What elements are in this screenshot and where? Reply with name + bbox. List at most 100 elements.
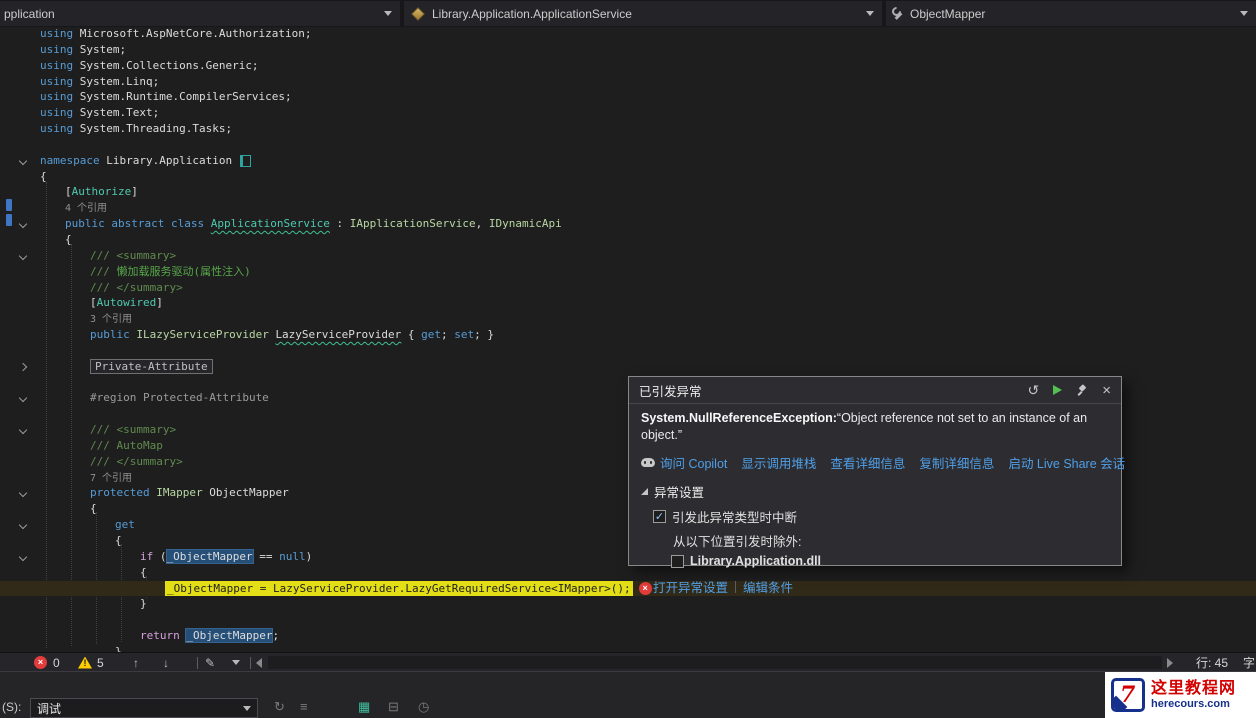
- code-line[interactable]: using System.Runtime.CompilerServices;: [0, 89, 1256, 105]
- refresh-icon[interactable]: ↻: [274, 699, 285, 715]
- warning-count-icon[interactable]: !: [78, 657, 92, 669]
- code-line[interactable]: using System.Linq;: [0, 74, 1256, 90]
- line-indicator: 行: 45: [1196, 653, 1228, 672]
- code-line[interactable]: using System.Threading.Tasks;: [0, 121, 1256, 137]
- code-line[interactable]: return _ObjectMapper;: [0, 628, 1256, 644]
- code-token: System.Runtime.CompilerServices;: [80, 90, 292, 103]
- code-line[interactable]: {: [0, 169, 1256, 185]
- timestamp-icon[interactable]: ◷: [418, 699, 429, 715]
- code-line[interactable]: /// </summary>: [0, 280, 1256, 296]
- next-issue-icon[interactable]: ↓: [163, 656, 169, 670]
- code-token: Autowired: [97, 296, 157, 309]
- fold-chevron-icon[interactable]: [19, 362, 27, 370]
- chevron-down-icon[interactable]: [232, 660, 240, 665]
- code-token: /// </summary>: [90, 281, 183, 294]
- code-line[interactable]: using System;: [0, 42, 1256, 58]
- code-token: public: [90, 328, 136, 341]
- wordwrap-grid-icon[interactable]: ▦: [358, 699, 370, 715]
- code-line[interactable]: [0, 343, 1256, 359]
- exception-message: System.NullReferenceException:“Object re…: [641, 410, 1109, 444]
- code-token: get: [115, 518, 135, 531]
- exception-history-icon[interactable]: ↺: [1028, 383, 1040, 397]
- code-token: ///: [90, 439, 117, 452]
- code-line[interactable]: }: [0, 596, 1256, 612]
- code-token: IMapper: [156, 486, 209, 499]
- fix-brush-icon[interactable]: ✎: [205, 656, 215, 670]
- exception-settings-expander[interactable]: 异常设置: [641, 482, 1109, 501]
- code-line[interactable]: [0, 612, 1256, 628]
- code-token: ApplicationService: [211, 217, 330, 230]
- code-line[interactable]: {: [0, 232, 1256, 248]
- edit-conditions-link[interactable]: 编辑条件: [743, 577, 793, 596]
- code-token: [: [65, 185, 72, 198]
- continue-execution-icon[interactable]: [1053, 385, 1062, 395]
- code-token: ILazyServiceProvider: [136, 328, 275, 341]
- open-exception-settings-link[interactable]: 打开异常设置: [653, 577, 728, 596]
- code-token: IDynamicApi: [489, 217, 562, 230]
- separator: [735, 581, 736, 593]
- panel-separator: [0, 671, 1256, 697]
- scroll-left-icon[interactable]: [256, 658, 262, 668]
- region-adornment-icon: [240, 155, 251, 167]
- dll-exclude-label: Library.Application.dll: [690, 554, 821, 568]
- show-callstack-link[interactable]: 显示调用堆栈: [741, 453, 816, 472]
- fold-chevron-icon[interactable]: [19, 426, 27, 434]
- pin-icon[interactable]: [1076, 384, 1088, 397]
- code-line[interactable]: [0, 137, 1256, 153]
- code-line[interactable]: [Autowired]: [0, 295, 1256, 311]
- scroll-right-icon[interactable]: [1167, 658, 1173, 668]
- code-line[interactable]: using Microsoft.AspNetCore.Authorization…: [0, 26, 1256, 42]
- watermark-title: 这里教程网: [1151, 680, 1236, 698]
- copy-details-link[interactable]: 复制详细信息: [919, 453, 994, 472]
- code-token: {: [65, 233, 72, 246]
- code-token: ,: [476, 217, 489, 230]
- code-token: ; }: [474, 328, 494, 341]
- code-line[interactable]: Private-Attribute: [0, 359, 1256, 375]
- fold-chevron-icon[interactable]: [19, 394, 27, 402]
- code-token: 懒加载服务驱动(属性注入): [117, 265, 251, 278]
- fold-chevron-icon[interactable]: [19, 553, 27, 561]
- fold-chevron-icon[interactable]: [19, 220, 27, 228]
- collapse-panel-icon[interactable]: ⊟: [388, 699, 399, 715]
- code-line[interactable]: public abstract class ApplicationService…: [0, 216, 1256, 232]
- fold-chevron-icon[interactable]: [19, 157, 27, 165]
- code-token: Private-Attribute: [90, 359, 213, 374]
- exception-popup: 已引发异常 ↺ × System.NullReferenceException:…: [628, 376, 1122, 566]
- code-line[interactable]: /// <summary>: [0, 248, 1256, 264]
- horizontal-scrollbar[interactable]: [268, 656, 1162, 669]
- close-icon[interactable]: ×: [1102, 383, 1111, 398]
- output-panel-toolbar: (S): 调试 ↻ ≡ ▦ ⊟ ◷: [0, 696, 1256, 718]
- previous-issue-icon[interactable]: ↑: [133, 656, 139, 670]
- vs-editor-screen: pplication Library.Application.Applicati…: [0, 0, 1256, 718]
- exception-popup-header: 已引发异常 ↺ ×: [629, 377, 1121, 404]
- project-dropdown[interactable]: pplication: [0, 1, 400, 26]
- member-dropdown[interactable]: ObjectMapper: [886, 1, 1256, 26]
- code-token: using: [40, 27, 80, 40]
- clear-output-icon[interactable]: ≡: [300, 699, 308, 714]
- code-line[interactable]: /// 懒加载服务驱动(属性注入): [0, 264, 1256, 280]
- code-token: using: [40, 59, 80, 72]
- separator: [250, 657, 251, 669]
- code-line[interactable]: 4 个引用: [0, 200, 1256, 216]
- fold-chevron-icon[interactable]: [19, 252, 27, 260]
- code-line[interactable]: using System.Text;: [0, 105, 1256, 121]
- code-line[interactable]: namespace Library.Application: [0, 153, 1256, 169]
- code-line[interactable]: using System.Collections.Generic;: [0, 58, 1256, 74]
- ask-copilot-link[interactable]: 询问 Copilot: [660, 453, 727, 472]
- code-line[interactable]: 3 个引用: [0, 311, 1256, 327]
- view-details-link[interactable]: 查看详细信息: [830, 453, 905, 472]
- fold-chevron-icon[interactable]: [19, 521, 27, 529]
- code-token: {: [401, 328, 421, 341]
- code-line[interactable]: [Authorize]: [0, 184, 1256, 200]
- start-liveshare-link[interactable]: 启动 Live Share 会话: [1008, 453, 1125, 472]
- watermark: 7 这里教程网 herecours.com: [1105, 672, 1256, 718]
- code-token: :: [330, 217, 350, 230]
- error-count-icon[interactable]: ×: [34, 656, 47, 669]
- code-line[interactable]: public ILazyServiceProvider LazyServiceP…: [0, 327, 1256, 343]
- code-token: ObjectMapper: [209, 486, 288, 499]
- fold-chevron-icon[interactable]: [19, 489, 27, 497]
- dll-exclude-checkbox[interactable]: [671, 555, 684, 568]
- type-dropdown[interactable]: Library.Application.ApplicationService: [404, 1, 882, 26]
- break-on-exception-checkbox[interactable]: ✓: [653, 510, 666, 523]
- output-source-dropdown[interactable]: 调试: [30, 698, 258, 718]
